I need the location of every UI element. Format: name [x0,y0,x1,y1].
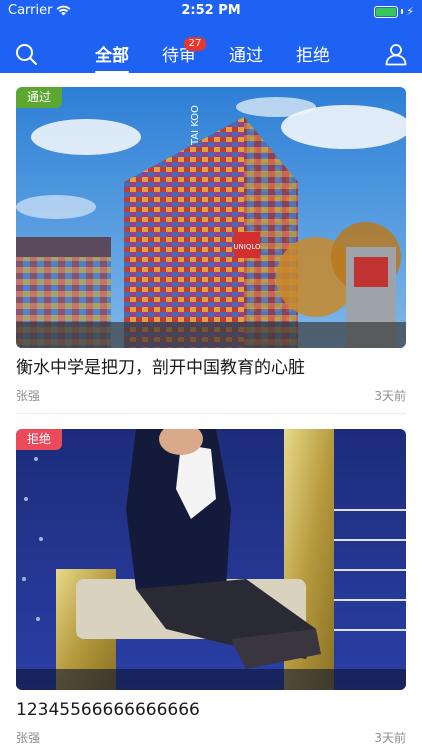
battery-indicator: ⚡ [374,5,414,18]
article-feed[interactable]: UNIQLO TAI KOO 通过 衡水中学是把刀，剖开中国教育的心脏 张强 3… [0,73,422,750]
tab-rejected[interactable]: 拒绝 [296,45,330,69]
article-title[interactable]: 衡水中学是把刀，剖开中国教育的心脏 [16,357,406,379]
battery-icon [374,5,399,18]
article-meta: 张强 3天前 [16,388,406,404]
article-meta: 张强 3天前 [16,730,406,746]
article-author: 张强 [16,389,41,403]
status-badge: 拒绝 [16,429,63,450]
search-icon[interactable] [14,42,38,66]
taikoo-sign: TAI KOO [190,105,201,146]
charging-bolt-icon: ⚡ [406,5,414,18]
article-time: 3天前 [374,731,406,745]
colorful-glass-building-photo: UNIQLO TAI KOO [16,87,406,348]
article-card[interactable]: UNIQLO TAI KOO 通过 衡水中学是把刀，剖开中国教育的心脏 张强 3… [16,87,406,404]
woman-on-throne-photo [16,429,406,690]
status-time: 2:52 PM [181,3,241,18]
filter-tabs: 全部 待审 27 通过 拒绝 [95,37,363,73]
tab-all-label: 全部 [95,46,129,66]
app-header: Carrier 2:52 PM ⚡ 全部 待审 27 通过 拒绝 [0,0,422,73]
tab-approved-label: 通过 [229,46,263,66]
article-card[interactable]: 拒绝 12345566666666666 张强 3天前 [16,429,406,746]
uniqlo-sign: UNIQLO [233,243,261,251]
tab-approved[interactable]: 通过 [229,45,263,69]
article-time: 3天前 [374,389,406,403]
pending-count-badge: 27 [184,37,206,51]
nav-bar: 全部 待审 27 通过 拒绝 [0,26,422,73]
status-badge: 通过 [16,87,63,108]
user-profile-icon[interactable] [384,42,408,66]
battery-level [376,7,397,16]
article-author: 张强 [16,731,41,745]
card-divider [16,413,406,414]
battery-cap [401,9,404,14]
tab-pending[interactable]: 待审 27 [162,37,206,69]
tab-all[interactable]: 全部 [95,45,129,73]
article-title[interactable]: 12345566666666666 [16,699,406,721]
article-thumbnail[interactable]: UNIQLO TAI KOO 通过 [16,87,406,348]
tab-rejected-label: 拒绝 [296,46,330,66]
article-thumbnail[interactable]: 拒绝 [16,429,406,690]
status-bar: Carrier 2:52 PM ⚡ [0,0,422,22]
